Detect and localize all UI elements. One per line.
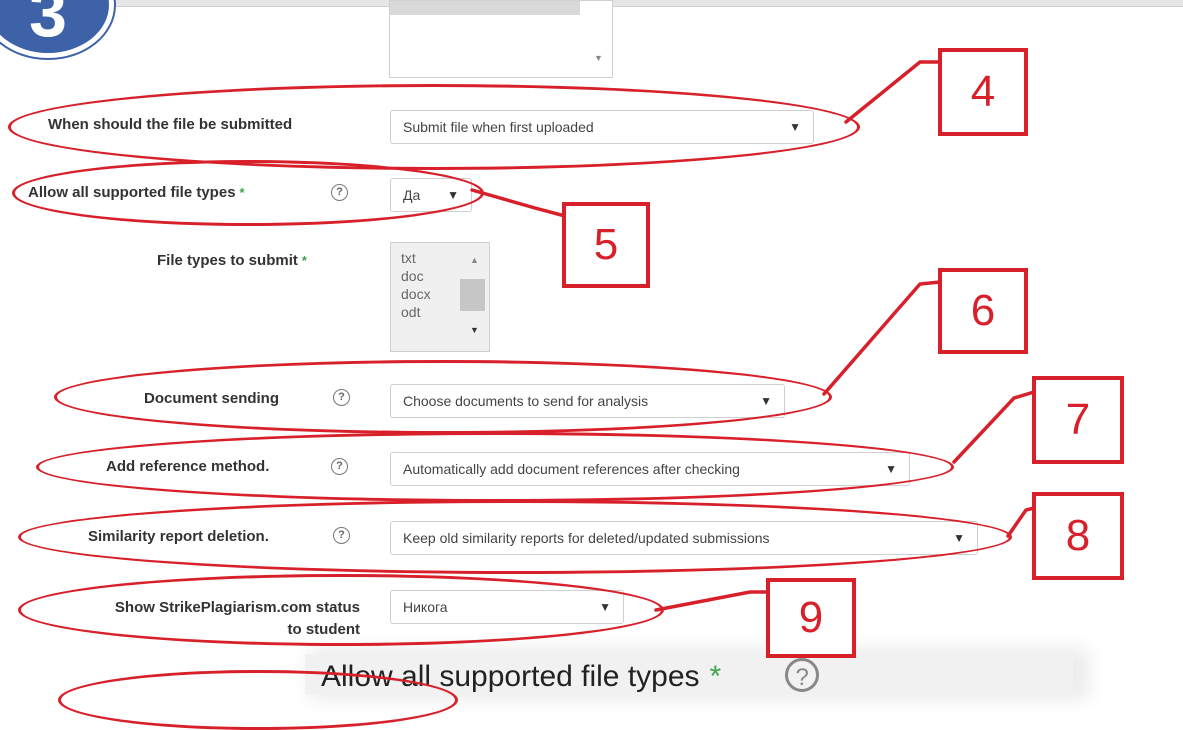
connector-4 bbox=[844, 60, 942, 124]
callout-box-7: 7 bbox=[1032, 376, 1124, 464]
connector-6 bbox=[822, 280, 942, 396]
connector-9 bbox=[654, 590, 772, 612]
connector-7 bbox=[952, 390, 1036, 464]
callout-box-5: 5 bbox=[562, 202, 650, 288]
callout-box-9: 9 bbox=[766, 578, 856, 658]
callout-box-6: 6 bbox=[938, 268, 1028, 354]
connector-8 bbox=[1006, 506, 1036, 538]
callout-box-4: 4 bbox=[938, 48, 1028, 136]
callout-box-8: 8 bbox=[1032, 492, 1124, 580]
connector-5 bbox=[470, 188, 567, 218]
